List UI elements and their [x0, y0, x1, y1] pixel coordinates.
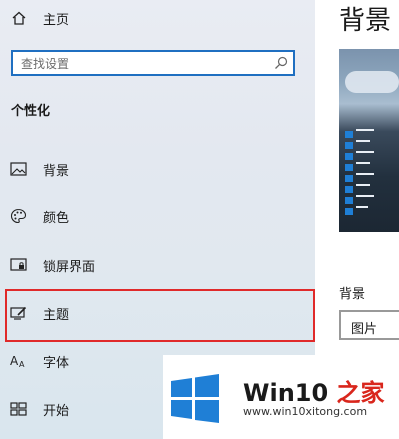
- svg-text:A: A: [19, 360, 25, 369]
- preview-line: [356, 151, 374, 153]
- background-preview: [339, 49, 399, 232]
- sidebar-item-themes[interactable]: 主题: [0, 290, 315, 336]
- watermark: Win10 之家 www.win10xitong.com: [163, 355, 399, 439]
- preview-line: [356, 195, 374, 197]
- background-type-value: 图片: [351, 322, 378, 337]
- palette-icon: [10, 208, 27, 224]
- sidebar-item-label: 颜色: [43, 211, 70, 226]
- svg-text:A: A: [10, 354, 19, 368]
- lock-screen-icon: [10, 258, 27, 271]
- page-title: 背景: [339, 6, 392, 36]
- sidebar-item-label: 开始: [43, 404, 70, 419]
- preview-line: [356, 173, 374, 175]
- search-box[interactable]: [11, 50, 295, 76]
- sidebar-item-label: 字体: [43, 356, 70, 371]
- theme-icon: [10, 306, 27, 320]
- preview-tile: [345, 197, 353, 204]
- preview-line: [356, 184, 370, 186]
- preview-tile: [345, 175, 353, 182]
- preview-line: [356, 206, 368, 208]
- sidebar-home[interactable]: 主页: [0, 0, 315, 36]
- preview-tile: [345, 208, 353, 215]
- sidebar-item-label: 主题: [43, 308, 70, 323]
- search-input[interactable]: [21, 55, 271, 73]
- preview-tile: [345, 186, 353, 193]
- search-icon[interactable]: [273, 55, 289, 71]
- preview-line: [356, 140, 370, 142]
- background-label: 背景: [339, 287, 366, 302]
- watermark-brand: Win10 之家: [243, 379, 385, 407]
- picture-icon: [10, 162, 27, 176]
- sidebar-item-background[interactable]: 背景: [0, 146, 315, 192]
- sidebar-item-colors[interactable]: 颜色: [0, 193, 315, 239]
- preview-line: [356, 162, 370, 164]
- watermark-url: www.win10xitong.com: [243, 405, 368, 418]
- section-title: 个性化: [11, 104, 51, 119]
- background-type-select[interactable]: 图片: [339, 310, 399, 340]
- sidebar-item-lock-screen[interactable]: 锁屏界面: [0, 242, 315, 288]
- sidebar-home-label: 主页: [43, 13, 70, 28]
- sidebar-item-label: 背景: [43, 164, 70, 179]
- preview-cloud: [345, 71, 399, 93]
- windows-logo-icon: [171, 374, 219, 423]
- home-icon: [12, 11, 26, 25]
- preview-tile: [345, 142, 353, 149]
- preview-tile: [345, 131, 353, 138]
- font-icon: A A: [10, 354, 25, 369]
- preview-tile: [345, 153, 353, 160]
- sidebar-item-label: 锁屏界面: [43, 260, 96, 275]
- start-icon: [10, 402, 27, 416]
- preview-line: [356, 129, 374, 131]
- preview-tile: [345, 164, 353, 171]
